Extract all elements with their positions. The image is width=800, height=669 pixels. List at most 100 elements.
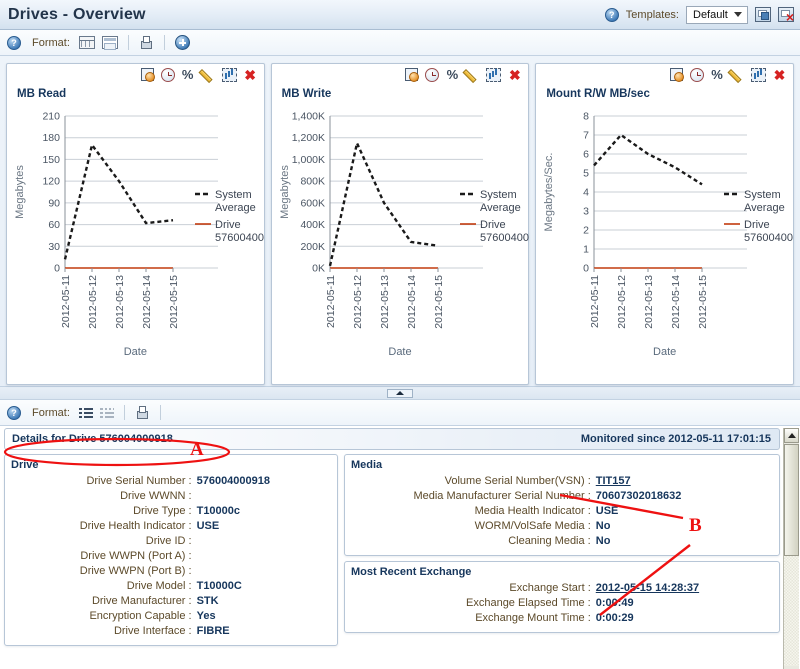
legend-label: 576004000... <box>744 232 793 244</box>
legend-label: System <box>215 189 252 201</box>
legend-label: 576004000... <box>480 232 529 244</box>
percent-icon[interactable] <box>710 68 724 82</box>
y-tick-label: 7 <box>584 130 590 142</box>
property-value <box>197 489 331 504</box>
chart-panel-mb-write: MB Write 0K 200K 400K 600K 800K 1,000K 1,200K 1… <box>270 63 544 385</box>
close-chart-icon[interactable] <box>507 68 522 82</box>
edit-pencil-icon[interactable] <box>465 68 480 82</box>
page-title: Drives - Overview <box>8 5 146 23</box>
charts-area: MB Read 0306090120150180210Megabytes2012… <box>0 56 800 386</box>
help-icon[interactable] <box>7 405 21 420</box>
time-range-icon[interactable] <box>425 68 440 82</box>
x-tick-label: 2012-05-12 <box>616 275 628 329</box>
expand-chart-icon[interactable] <box>486 68 502 82</box>
property-value: 576004000918 <box>196 475 271 487</box>
schedule-icon[interactable] <box>670 68 685 82</box>
time-range-icon[interactable] <box>690 68 705 82</box>
percent-icon[interactable] <box>445 68 459 82</box>
title-bar: Drives - Overview Templates: Default <box>0 0 800 30</box>
property-row: Exchange Start : 2012-05-15 14:28:37 <box>351 581 773 596</box>
property-value: USE <box>196 520 220 532</box>
close-chart-icon[interactable] <box>772 68 787 82</box>
drives-overview-window: Drives - Overview Templates: Default For… <box>0 0 800 669</box>
property-value: USE <box>595 505 619 517</box>
property-value: T10000c <box>196 505 241 517</box>
property-label: Encryption Capable : <box>89 610 192 622</box>
help-icon[interactable] <box>7 35 21 50</box>
property-value-link[interactable]: 2012-05-15 14:28:37 <box>596 582 699 594</box>
chart-panel-mb-read: MB Read 0 30 60 90 120 150 180 210 Megabytes 2012… <box>6 63 279 385</box>
property-row: Exchange Elapsed Time : 0:00:49 <box>351 596 773 611</box>
delete-template-icon[interactable] <box>778 7 794 25</box>
triangle-up <box>396 391 404 395</box>
expand-chart-icon[interactable] <box>751 68 767 82</box>
right-column: Media Volume Serial Number(VSN) : TIT157 M… <box>344 454 780 646</box>
close-chart-icon[interactable] <box>243 68 258 82</box>
y-tick-label: 210 <box>42 111 60 123</box>
list-detail-format-icon[interactable] <box>99 407 114 419</box>
print-icon[interactable] <box>135 405 150 420</box>
expand-chart-icon[interactable] <box>221 68 237 82</box>
property-value: 70607302018632 <box>595 490 682 502</box>
chart-svg: 0K 200K 400K 600K 800K 1,000K 1,200K 1,400K Mega… <box>279 111 544 329</box>
chevron-down-icon <box>733 12 742 17</box>
help-icon[interactable] <box>604 7 619 22</box>
drive-panel-title: Drive <box>11 459 39 471</box>
y-tick-label: 1,200K <box>291 132 324 144</box>
panel-splitter[interactable] <box>0 386 800 400</box>
x-tick-label: 2012-05-13 <box>643 275 655 329</box>
scrollbar-track[interactable] <box>784 556 799 666</box>
format-label: Format: <box>32 406 70 419</box>
property-value: T10000C <box>196 580 242 592</box>
edit-pencil-icon[interactable] <box>201 68 216 82</box>
property-row: Drive WWNN : <box>11 489 331 504</box>
property-row: Drive Manufacturer : STK <box>11 594 331 609</box>
schedule-icon[interactable] <box>405 68 420 82</box>
property-label: Drive Health Indicator : <box>79 520 192 532</box>
edit-pencil-icon[interactable] <box>730 68 745 82</box>
details-format-toolbar: Format: <box>0 400 800 426</box>
legend-label: Drive <box>480 219 506 231</box>
media-properties-table: Volume Serial Number(VSN) : TIT157 Media M… <box>351 474 773 549</box>
y-tick-label: 150 <box>42 154 60 166</box>
add-chart-icon[interactable] <box>174 35 190 50</box>
property-row: Drive WWPN (Port A) : <box>11 549 331 564</box>
percent-icon[interactable] <box>181 68 195 82</box>
property-value: 0:00:49 <box>595 597 634 609</box>
save-template-icon[interactable] <box>755 7 771 22</box>
y-tick-label: 1 <box>584 244 590 256</box>
print-icon[interactable] <box>139 35 154 50</box>
chart-tools <box>140 68 258 82</box>
property-row: WORM/VolSafe Media : No <box>351 519 773 534</box>
property-value[interactable]: 2012-05-15 14:28:37 <box>596 581 773 596</box>
y-axis-label: Megabytes <box>14 165 26 219</box>
property-label: Exchange Mount Time : <box>475 612 591 624</box>
chart-title: MB Read <box>17 88 67 100</box>
form-format-icon[interactable] <box>101 36 118 50</box>
property-label: Drive Model : <box>126 580 192 592</box>
property-value-link[interactable]: TIT157 <box>596 475 631 487</box>
scrollbar-thumb[interactable] <box>784 444 799 556</box>
property-row: Drive Type : T10000c <box>11 504 331 519</box>
schedule-icon[interactable] <box>140 68 155 82</box>
y-tick-label: 180 <box>42 132 60 144</box>
list-format-icon[interactable] <box>78 407 93 419</box>
property-label: Drive Type : <box>133 505 192 517</box>
series-line <box>593 133 703 186</box>
chart-plot: 0K 200K 400K 600K 800K 1,000K 1,200K 1,400K Mega… <box>272 108 544 384</box>
details-vertical-scrollbar[interactable] <box>783 428 799 669</box>
property-value: No <box>595 535 611 547</box>
collapse-up-arrow-icon[interactable] <box>387 388 413 398</box>
property-label: Drive ID : <box>145 535 192 547</box>
property-label: Drive Manufacturer : <box>91 595 192 607</box>
property-value[interactable]: TIT157 <box>596 474 773 489</box>
toolbar-separator <box>159 405 161 420</box>
template-select[interactable]: Default <box>686 5 748 24</box>
grid-format-icon[interactable] <box>78 36 95 49</box>
scroll-up-button[interactable] <box>784 428 799 443</box>
toolbar-separator <box>163 35 165 50</box>
property-row: Cleaning Media : No <box>351 534 773 549</box>
time-range-icon[interactable] <box>160 68 175 82</box>
property-value <box>197 534 331 549</box>
property-value <box>197 549 331 564</box>
